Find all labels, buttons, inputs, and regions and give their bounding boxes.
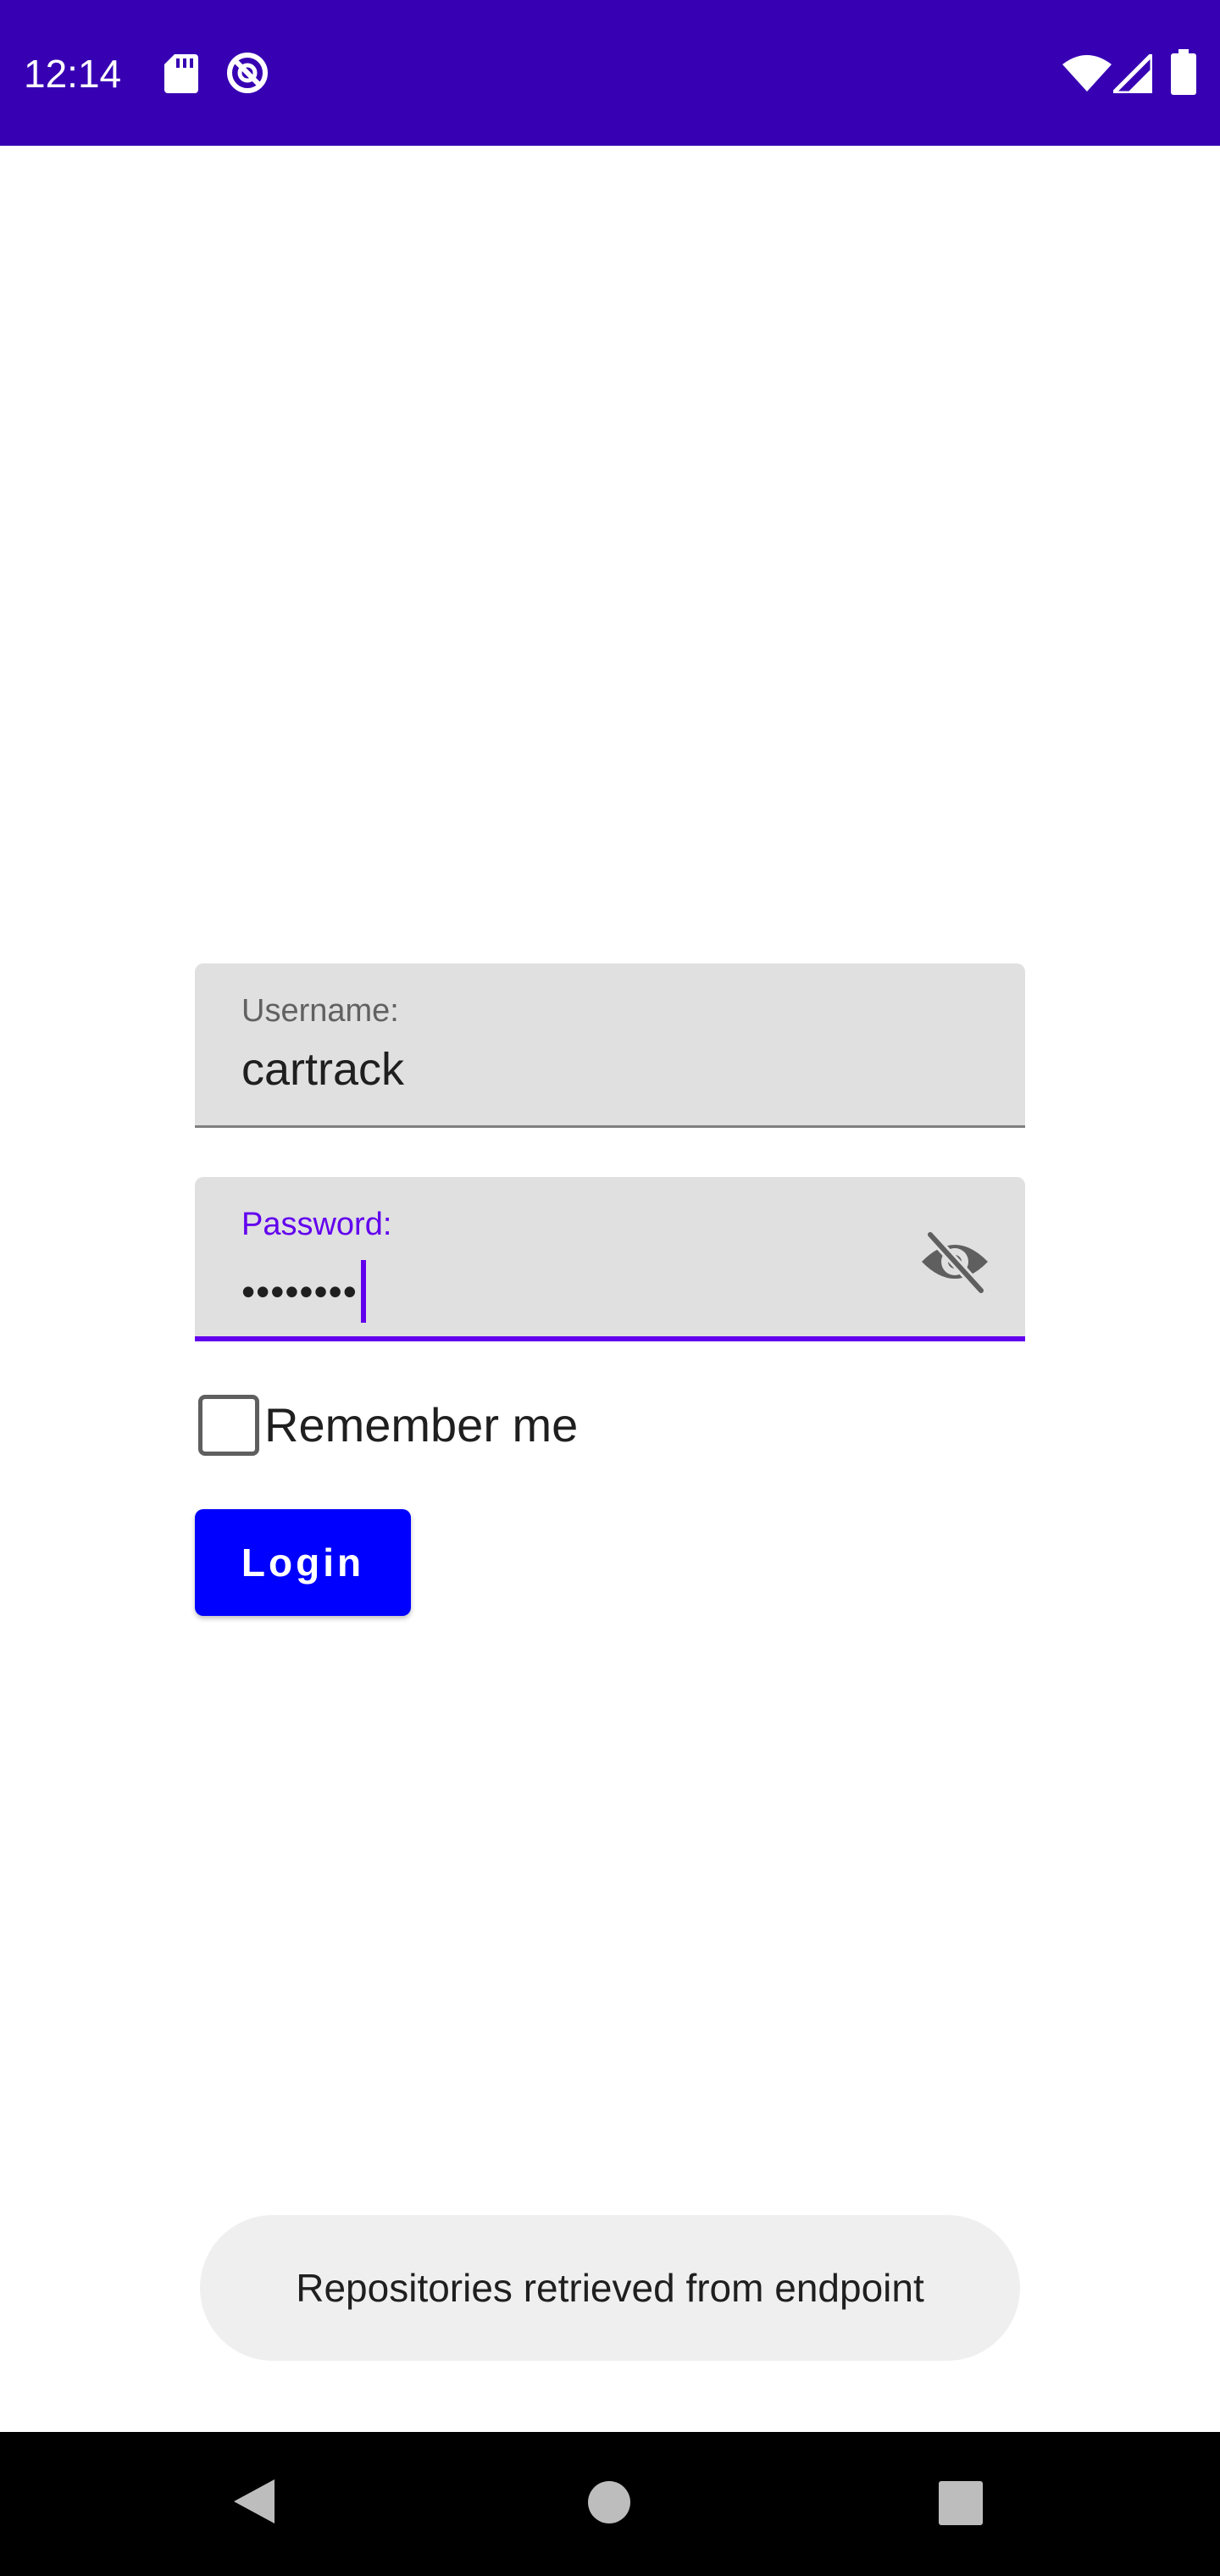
visibility-off-icon[interactable]	[917, 1228, 993, 1296]
status-bar: 12:14	[0, 0, 1220, 146]
remember-me-label: Remember me	[264, 1398, 579, 1452]
password-field[interactable]: Password: ••••••••	[195, 1177, 1025, 1341]
login-button[interactable]: Login	[195, 1509, 411, 1616]
text-cursor	[360, 1260, 366, 1323]
remember-me-row[interactable]: Remember me	[198, 1395, 578, 1456]
navigation-bar	[0, 2432, 1220, 2576]
back-icon[interactable]	[230, 2476, 278, 2527]
password-input[interactable]: ••••••••	[241, 1260, 366, 1323]
username-field[interactable]: Username: cartrack	[195, 963, 1025, 1128]
toast-message: Repositories retrieved from endpoint	[200, 2215, 1020, 2361]
toast-text: Repositories retrieved from endpoint	[296, 2266, 924, 2310]
status-time: 12:14	[24, 52, 122, 96]
cell-signal-icon	[1113, 54, 1152, 93]
home-icon[interactable]	[586, 2479, 632, 2525]
username-label: Username:	[241, 993, 399, 1029]
sd-card-icon	[164, 54, 198, 93]
wifi-icon	[1062, 55, 1112, 92]
password-masked-value: ••••••••	[241, 1269, 358, 1313]
do-not-disturb-icon	[227, 53, 268, 93]
username-input[interactable]: cartrack	[241, 1040, 404, 1099]
recents-icon[interactable]	[939, 2481, 983, 2525]
battery-icon	[1171, 49, 1196, 95]
password-label: Password:	[241, 1207, 392, 1242]
remember-me-checkbox[interactable]	[198, 1395, 259, 1456]
